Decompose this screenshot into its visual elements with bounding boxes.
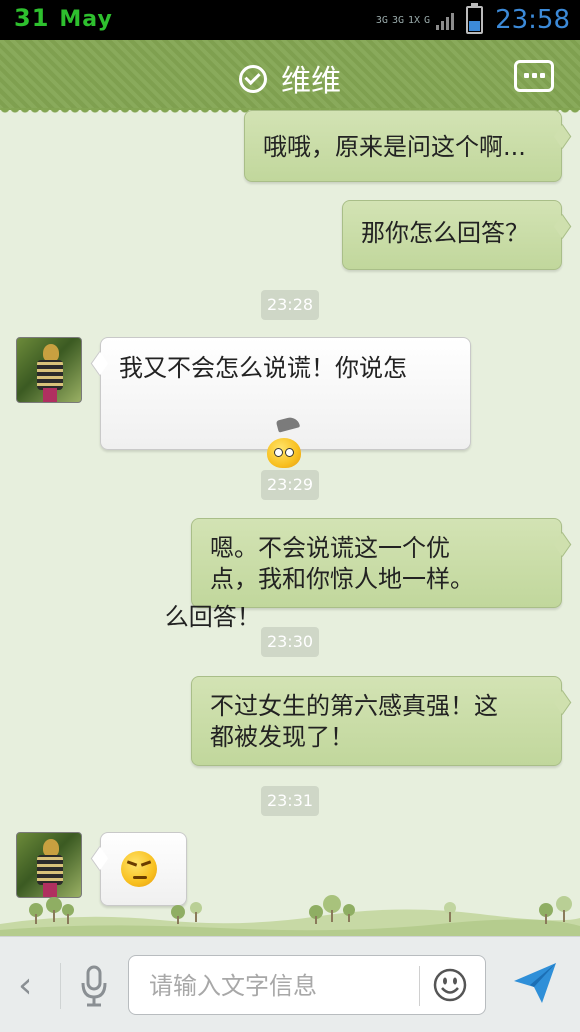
status-date: 31 May (14, 4, 113, 32)
message-bubble-incoming[interactable]: 我又不会怎么说谎！你说怎 么回答！ (100, 337, 471, 631)
menu-dot (532, 73, 537, 78)
message-bubble-outgoing[interactable]: 哦哦，原来是问这个啊... (244, 110, 562, 182)
chat-title-wrap: 维维 (0, 56, 580, 100)
check-circle-icon (239, 64, 267, 93)
network-label: 3G (391, 14, 404, 26)
battery-icon (466, 3, 484, 34)
peek-face-icon (266, 438, 301, 468)
divider (60, 963, 61, 1009)
message-text: 不过女生的第六感真强！这 都被发现了！ (210, 692, 498, 751)
smiley-icon[interactable] (433, 968, 467, 1002)
menu-dot (524, 73, 529, 78)
message-text: 哦哦，原来是问这个啊... (263, 133, 526, 161)
avatar[interactable] (16, 832, 82, 898)
hat-icon (275, 415, 300, 433)
message-text-line: 我又不会怎么说谎！你说怎 (119, 354, 407, 382)
timestamp: 23:28 (261, 290, 319, 320)
message-bubble-outgoing[interactable]: 不过女生的第六感真强！这 都被发现了！ (191, 676, 562, 766)
avatar[interactable] (16, 337, 82, 403)
message-input-box[interactable] (128, 955, 486, 1015)
landscape-decoration (0, 895, 580, 936)
message-text: 那你怎么回答？ (361, 219, 529, 247)
chat-message-list[interactable]: 哦哦，原来是问这个啊... 那你怎么回答？ 23:28 我又不会怎么说谎！你说怎… (0, 110, 580, 936)
status-day: 31 (14, 4, 50, 32)
send-icon[interactable] (512, 961, 558, 1005)
status-month: May (59, 7, 113, 32)
status-bar: 31 May 3G 3G 1X G 23:58 (0, 0, 580, 40)
message-input-bar: ‹ (0, 936, 580, 1032)
divider (419, 966, 420, 1006)
network-label: 3G (375, 14, 388, 26)
status-time: 23:58 (495, 5, 570, 35)
status-icons: 3G 3G 1X G 23:58 (376, 3, 570, 36)
network-type-labels: 3G 3G 1X G (376, 15, 430, 26)
microphone-icon[interactable] (80, 963, 108, 1009)
network-label: 1X (407, 14, 421, 26)
menu-dot (540, 73, 545, 78)
chat-title: 维维 (281, 64, 341, 99)
network-label: G (424, 14, 431, 26)
timestamp: 23:31 (261, 786, 319, 816)
signal-strength-icon (436, 10, 455, 30)
message-text: 嗯。不会说谎这一个优 点，我和你惊人地一样。 (210, 534, 474, 593)
message-text: 么回答！ (164, 603, 261, 631)
back-chevron-icon[interactable]: ‹ (18, 965, 32, 1006)
message-bubble-outgoing[interactable]: 那你怎么回答？ (342, 200, 562, 270)
annoyed-emoji (121, 851, 157, 887)
hat-peek-emoji (261, 415, 305, 468)
more-menu-button[interactable] (514, 60, 554, 92)
chat-header: 维维 (0, 40, 580, 116)
message-input[interactable] (147, 966, 411, 1006)
